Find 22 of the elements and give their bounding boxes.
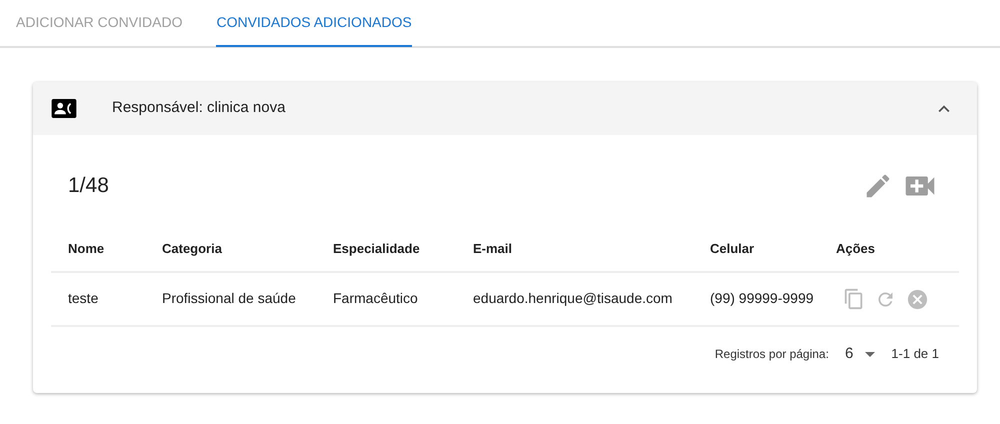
panel-header[interactable]: Responsável: clinica nova — [33, 82, 977, 135]
column-header: Celular — [710, 241, 754, 256]
copy-icon[interactable] — [843, 288, 865, 310]
table-cell: Profissional de saúde — [162, 290, 296, 306]
counter: 1/48 — [68, 173, 109, 200]
table-cell: teste — [68, 290, 98, 306]
tab[interactable]: CONVIDADOS ADICIONADOS — [216, 0, 412, 47]
contact-card-icon — [51, 99, 77, 118]
close-icon[interactable] — [906, 288, 929, 310]
table-cell: eduardo.henrique@tisaude.com — [473, 290, 672, 306]
table-cell: Farmacêutico — [333, 290, 418, 306]
rows-per-page-select[interactable]: 6 — [844, 342, 876, 366]
column-header: Categoria — [162, 241, 222, 256]
column-header: Nome — [68, 241, 104, 256]
column-header: Ações — [836, 241, 876, 256]
page-range: 1-1 de 1 — [891, 345, 939, 364]
column-header: Especialidade — [333, 241, 420, 256]
column-header: E-mail — [473, 241, 512, 256]
rows-per-page-label: Registros por página: — [714, 346, 829, 363]
panel-title: Responsável: clinica nova — [112, 98, 286, 118]
table-cell: (99) 99999-9999 — [710, 290, 814, 306]
dropdown-icon — [865, 352, 876, 356]
